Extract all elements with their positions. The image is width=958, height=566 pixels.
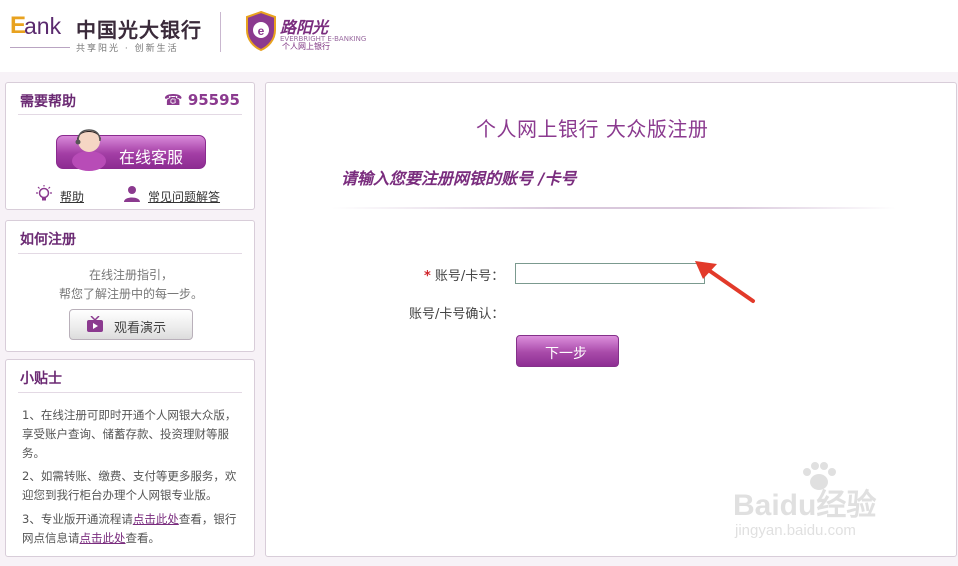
arrow-annotation	[695, 261, 755, 303]
confirm-account-label: 账号/卡号确认：	[409, 307, 505, 322]
online-service-label: 在线客服	[119, 148, 184, 167]
title-divider	[331, 207, 896, 209]
page-subtitle: 请输入您要注册网银的账号 /卡号	[341, 169, 577, 188]
tip-3-text-c: 查看。	[125, 531, 161, 545]
tip-3-link-branches[interactable]: 点击此处	[80, 531, 126, 545]
watch-demo-button[interactable]: 观看演示	[69, 309, 193, 340]
tips-divider	[18, 392, 242, 393]
luyangguang-sub2: 个人网上银行	[282, 42, 330, 51]
how-to-register-title: 如何注册	[20, 232, 76, 248]
required-mark: *	[424, 269, 431, 284]
shield-badge-icon: e	[246, 10, 276, 52]
page-header: E ank 中国光大银行 共享阳光 · 创新生活 e 路阳光 EVERBRIGH…	[0, 0, 958, 72]
luyangguang-logo[interactable]: e 路阳光 EVERBRIGHT E-BANKING 个人网上银行	[244, 10, 366, 54]
hotline: ☎ 95595	[164, 91, 240, 109]
customer-service-agent-icon	[72, 129, 106, 171]
tip-1: 1、在线注册可即时开通个人网银大众版，享受账户查询、储蓄存款、投资理财等服务。	[22, 408, 237, 460]
account-label-text: 账号/卡号：	[434, 269, 505, 284]
lightbulb-icon	[36, 185, 52, 201]
tip-3-link-process[interactable]: 点击此处	[133, 512, 179, 526]
register-divider	[18, 253, 242, 254]
tip-2: 2、如需转账、缴费、支付等更多服务，欢迎您到我行柜台办理个人网银专业版。	[22, 469, 237, 502]
help-link-label: 帮助	[60, 190, 85, 204]
watch-demo-label: 观看演示	[114, 321, 167, 336]
next-step-button[interactable]: 下一步	[516, 335, 619, 367]
tips-title: 小贴士	[20, 371, 62, 387]
tip-3-text-a: 3、专业版开通流程请	[22, 512, 133, 526]
slogan-underline	[10, 47, 70, 48]
watermark-url: jingyan.baidu.com	[735, 522, 856, 539]
faq-link[interactable]: 常见问题解答	[122, 185, 220, 204]
help-divider	[18, 114, 242, 115]
user-icon	[124, 186, 140, 202]
register-guide-line1: 在线注册指引，	[88, 268, 173, 282]
svg-text:e: e	[258, 24, 265, 38]
bank-name: 中国光大银行	[76, 18, 202, 42]
watermark-text: Baidu经验	[733, 489, 877, 522]
account-input[interactable]	[515, 263, 705, 284]
bank-slogan: 共享阳光 · 创新生活	[76, 44, 179, 54]
bank-logo-word: ank	[24, 13, 62, 39]
register-guide-line2: 帮您了解注册中的每一步。	[58, 287, 203, 301]
page-title: 个人网上银行 大众版注册	[476, 117, 709, 141]
tip-3: 3、专业版开通流程请点击此处查看，银行网点信息请点击此处查看。	[22, 510, 244, 548]
faq-link-label: 常见问题解答	[148, 190, 221, 204]
header-divider	[220, 12, 221, 52]
next-step-label: 下一步	[545, 346, 587, 362]
baidu-watermark: Baidu经验 jingyan.baidu.com	[733, 462, 933, 552]
help-panel: 需要帮助 ☎ 95595 在线客服 帮助 常见问题解答	[5, 82, 255, 210]
account-label: * 账号/卡号：	[424, 265, 504, 284]
bank-logo[interactable]: E ank 中国光大银行 共享阳光 · 创新生活	[10, 10, 210, 56]
help-link[interactable]: 帮助	[34, 185, 84, 204]
help-title: 需要帮助	[20, 94, 76, 110]
tips-panel: 小贴士 1、在线注册可即时开通个人网银大众版，享受账户查询、储蓄存款、投资理财等…	[5, 359, 255, 557]
how-to-register-panel: 如何注册 在线注册指引， 帮您了解注册中的每一步。 观看演示	[5, 220, 255, 352]
tv-icon	[87, 316, 103, 332]
hotline-number: 95595	[187, 91, 240, 109]
phone-icon: ☎	[163, 91, 188, 109]
